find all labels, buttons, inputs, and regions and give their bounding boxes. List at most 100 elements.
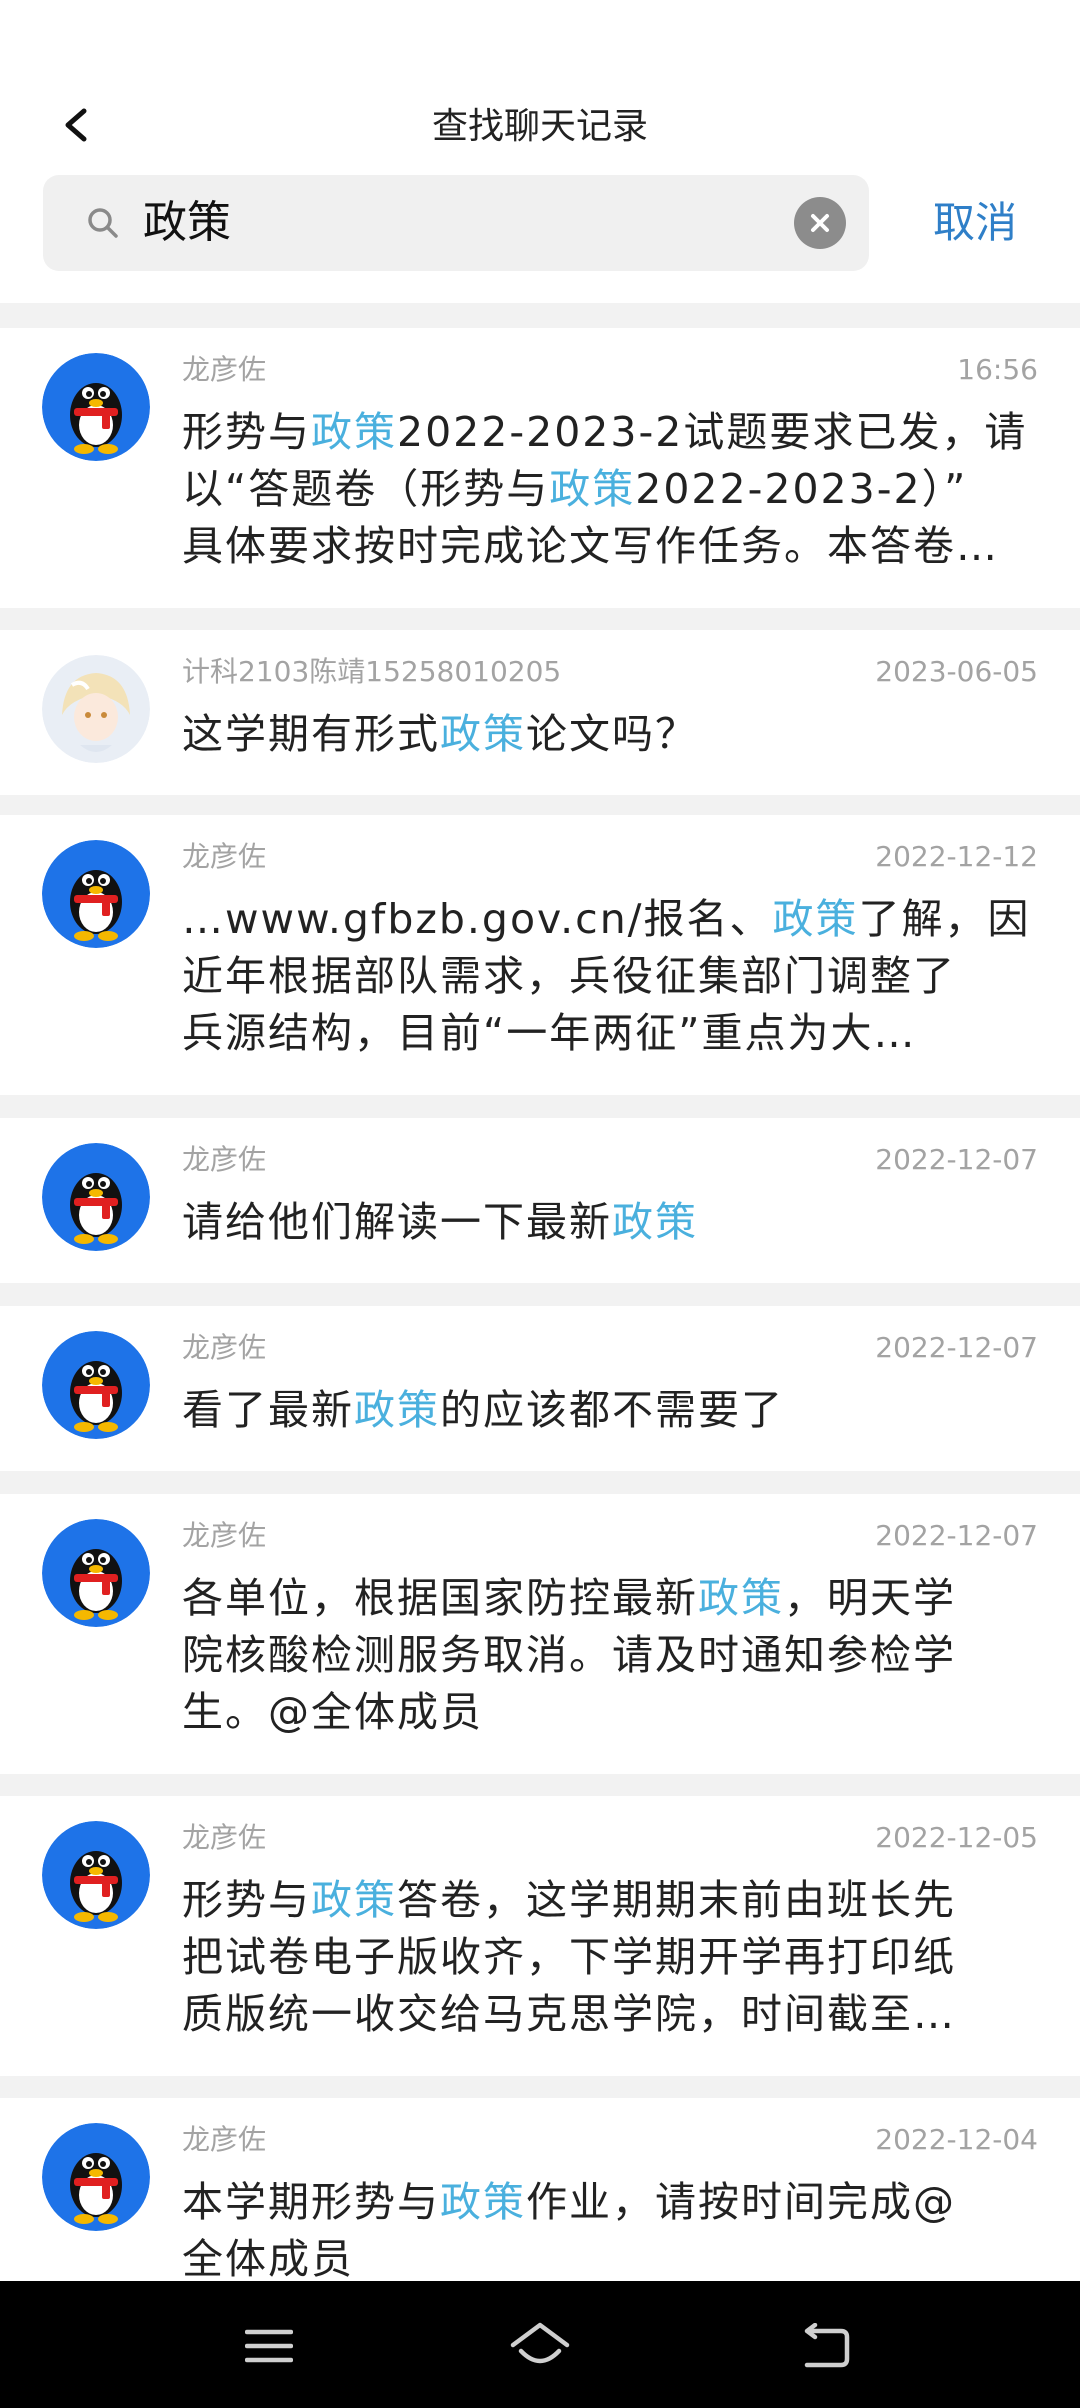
search-result-item[interactable]: 计科2103陈靖15258010205 2023-06-05 这学期有形式政策论文吗… bbox=[0, 630, 1080, 795]
system-navigation-bar bbox=[0, 2281, 1080, 2408]
keyword-highlight: 政策 bbox=[311, 1876, 397, 1924]
snippet-text: 形势与 bbox=[182, 1876, 311, 1924]
message-time: 2022-12-07 bbox=[875, 1519, 1038, 1552]
snippet-line: 全体成员 bbox=[182, 2231, 1032, 2281]
sender-name: 龙彦佐 bbox=[182, 1821, 267, 1854]
avatar[interactable] bbox=[42, 655, 150, 763]
message-snippet: 本学期形势与政策作业，请按时间完成@ 全体成员 bbox=[182, 2174, 1032, 2281]
menu-icon bbox=[245, 2329, 293, 2363]
snippet-text: …www.gfbzb.gov.cn/报名、 bbox=[182, 895, 773, 943]
message-time: 2022-12-07 bbox=[875, 1143, 1038, 1176]
snippet-line: 以“答题卷（形势与政策2022-2023-2）” bbox=[182, 461, 1032, 518]
snippet-text: 具体要求按时完成论文写作任务。本答卷… bbox=[182, 522, 999, 570]
snippet-line: 本学期形势与政策作业，请按时间完成@ bbox=[182, 2174, 1032, 2231]
snippet-text: 全体成员 bbox=[182, 2235, 354, 2281]
qq-penguin-icon bbox=[42, 2123, 150, 2231]
keyword-highlight: 政策 bbox=[440, 710, 526, 758]
cancel-button[interactable]: 取消 bbox=[905, 175, 1045, 271]
back-icon bbox=[804, 2323, 850, 2368]
message-snippet: 形势与政策答卷，这学期期末前由班长先 把试卷电子版收齐，下学期开学再打印纸 质版统一… bbox=[182, 1872, 1032, 2043]
search-result-item[interactable]: 龙彦佐 16:56 形势与政策2022-2023-2试题要求已发，请 以“答题卷（形势… bbox=[0, 328, 1080, 608]
search-result-item[interactable]: 龙彦佐 2022-12-07 请给他们解读一下最新政策 bbox=[0, 1118, 1080, 1283]
menu-button[interactable] bbox=[234, 2311, 304, 2381]
keyword-highlight: 政策 bbox=[698, 1574, 784, 1622]
snippet-line: 形势与政策2022-2023-2试题要求已发，请 bbox=[182, 404, 1032, 461]
search-result-item[interactable]: 龙彦佐 2022-12-05 形势与政策答卷，这学期期末前由班长先 把试卷电子版收齐，… bbox=[0, 1796, 1080, 2076]
snippet-text: 本学期形势与 bbox=[182, 2178, 440, 2226]
avatar[interactable] bbox=[42, 1821, 150, 1929]
snippet-text: 形势与 bbox=[182, 408, 311, 456]
avatar[interactable] bbox=[42, 1331, 150, 1439]
search-icon bbox=[88, 208, 118, 238]
home-button[interactable] bbox=[505, 2311, 575, 2381]
snippet-text: 质版统一收交给马克思学院，时间截至… bbox=[182, 1990, 956, 2038]
sender-name: 龙彦佐 bbox=[182, 2123, 267, 2156]
search-result-item[interactable]: 龙彦佐 2022-12-07 看了最新政策的应该都不需要了 bbox=[0, 1306, 1080, 1471]
snippet-text: 答卷，这学期期末前由班长先 bbox=[397, 1876, 956, 1924]
clear-search-button[interactable] bbox=[794, 197, 846, 249]
snippet-text: 2022-2023-2）” bbox=[635, 465, 968, 513]
search-result-item[interactable]: 龙彦佐 2022-12-04 本学期形势与政策作业，请按时间完成@ 全体成员 bbox=[0, 2098, 1080, 2281]
snippet-line: …www.gfbzb.gov.cn/报名、政策了解，因 bbox=[182, 891, 1032, 948]
keyword-highlight: 政策 bbox=[354, 1386, 440, 1434]
search-results-list: 龙彦佐 16:56 形势与政策2022-2023-2试题要求已发，请 以“答题卷（形势… bbox=[0, 303, 1080, 2281]
avatar[interactable] bbox=[42, 1519, 150, 1627]
avatar[interactable] bbox=[42, 353, 150, 461]
qq-penguin-icon bbox=[42, 1143, 150, 1251]
snippet-text: 近年根据部队需求，兵役征集部门调整了 bbox=[182, 952, 956, 1000]
snippet-line: 质版统一收交给马克思学院，时间截至… bbox=[182, 1986, 1032, 2043]
snippet-text: 以“答题卷（形势与 bbox=[182, 465, 550, 513]
avatar[interactable] bbox=[42, 2123, 150, 2231]
avatar[interactable] bbox=[42, 840, 150, 948]
snippet-line: 请给他们解读一下最新政策 bbox=[182, 1194, 1032, 1251]
qq-penguin-icon bbox=[42, 840, 150, 948]
qq-penguin-icon bbox=[42, 353, 150, 461]
sender-name: 龙彦佐 bbox=[182, 353, 267, 386]
snippet-text: 把试卷电子版收齐，下学期开学再打印纸 bbox=[182, 1933, 956, 1981]
snippet-line: 把试卷电子版收齐，下学期开学再打印纸 bbox=[182, 1929, 1032, 1986]
sender-name: 龙彦佐 bbox=[182, 1143, 267, 1176]
keyword-highlight: 政策 bbox=[549, 465, 636, 513]
snippet-text: 请给他们解读一下最新 bbox=[182, 1198, 612, 1246]
message-time: 2022-12-12 bbox=[875, 840, 1038, 873]
snippet-text: 论文吗？ bbox=[526, 710, 698, 758]
home-icon bbox=[510, 2322, 570, 2364]
snippet-text: 生。@全体成员 bbox=[182, 1688, 483, 1736]
search-box[interactable]: 政策 bbox=[43, 175, 869, 271]
snippet-text: 作业，请按时间完成@ bbox=[526, 2178, 956, 2226]
message-snippet: …www.gfbzb.gov.cn/报名、政策了解，因 近年根据部队需求，兵役征集… bbox=[182, 891, 1032, 1062]
snippet-line: 兵源结构，目前“一年两征”重点为大… bbox=[182, 1005, 1032, 1062]
snippet-line: 具体要求按时完成论文写作任务。本答卷… bbox=[182, 518, 1032, 575]
message-snippet: 这学期有形式政策论文吗？ bbox=[182, 706, 1032, 763]
snippet-line: 生。@全体成员 bbox=[182, 1684, 1032, 1741]
message-time: 2022-12-04 bbox=[875, 2123, 1038, 2156]
close-icon bbox=[811, 214, 829, 232]
snippet-text: 院核酸检测服务取消。请及时通知参检学 bbox=[182, 1631, 956, 1679]
sender-name: 龙彦佐 bbox=[182, 1331, 267, 1364]
snippet-text: 2022-2023-2试题要求已发，请 bbox=[397, 408, 1028, 456]
page-title: 查找聊天记录 bbox=[431, 106, 648, 144]
keyword-highlight: 政策 bbox=[772, 895, 859, 943]
message-snippet: 各单位，根据国家防控最新政策，明天学 院核酸检测服务取消。请及时通知参检学 生。@全… bbox=[182, 1570, 1032, 1741]
snippet-text: 了解，因 bbox=[858, 895, 1031, 943]
avatar[interactable] bbox=[42, 1143, 150, 1251]
message-time: 2023-06-05 bbox=[875, 655, 1038, 688]
qq-penguin-icon bbox=[42, 1519, 150, 1627]
message-snippet: 请给他们解读一下最新政策 bbox=[182, 1194, 1032, 1251]
message-time: 2022-12-07 bbox=[875, 1331, 1038, 1364]
keyword-highlight: 政策 bbox=[440, 2178, 526, 2226]
search-result-item[interactable]: 龙彦佐 2022-12-12 …www.gfbzb.gov.cn/报名、政策了解，因… bbox=[0, 815, 1080, 1095]
message-snippet: 形势与政策2022-2023-2试题要求已发，请 以“答题卷（形势与政策2022-… bbox=[182, 404, 1032, 575]
anime-girl-icon bbox=[42, 655, 150, 763]
snippet-line: 近年根据部队需求，兵役征集部门调整了 bbox=[182, 948, 1032, 1005]
sender-name: 龙彦佐 bbox=[182, 840, 267, 873]
sender-name: 龙彦佐 bbox=[182, 1519, 267, 1552]
snippet-text: 看了最新 bbox=[182, 1386, 354, 1434]
snippet-line: 形势与政策答卷，这学期期末前由班长先 bbox=[182, 1872, 1032, 1929]
sender-name: 计科2103陈靖15258010205 bbox=[182, 655, 562, 688]
message-time: 16:56 bbox=[957, 353, 1038, 386]
back-nav-button[interactable] bbox=[790, 2311, 860, 2381]
search-input[interactable]: 政策 bbox=[143, 175, 231, 271]
search-result-item[interactable]: 龙彦佐 2022-12-07 各单位，根据国家防控最新政策，明天学 院核酸检测服务取消… bbox=[0, 1494, 1080, 1774]
snippet-text: 兵源结构，目前“一年两征”重点为大… bbox=[182, 1009, 917, 1057]
